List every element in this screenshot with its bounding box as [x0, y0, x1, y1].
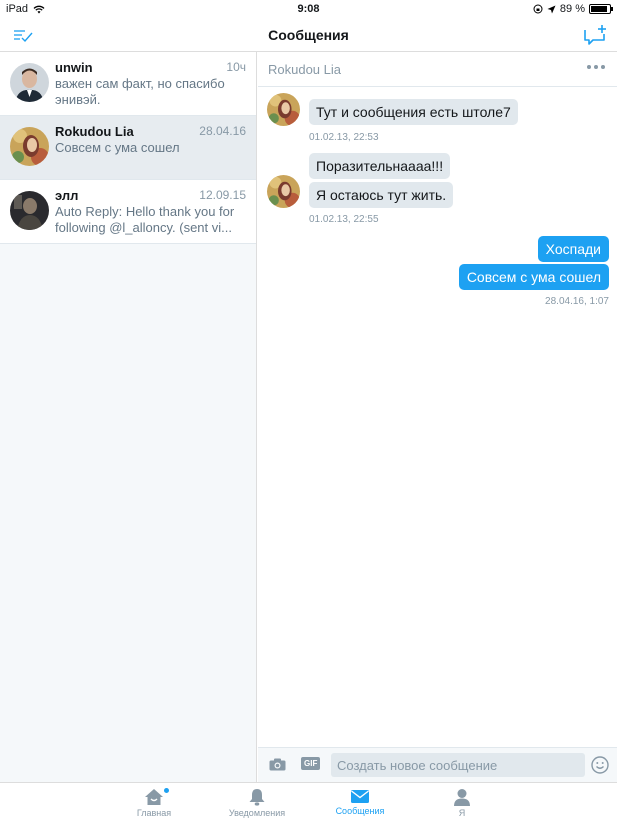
tab-bar: Главная Уведомления Сообщения Я [0, 782, 617, 822]
message-bubble-incoming[interactable]: Поразительнаааа!!! [309, 153, 451, 179]
tab-messages[interactable]: Сообщения [325, 783, 395, 822]
lock-rotation-icon [533, 4, 543, 14]
camera-icon[interactable] [269, 758, 286, 771]
envelope-icon [351, 790, 369, 803]
avatar [10, 127, 49, 166]
conversation-item-selected[interactable]: Rokudou Lia 28.04.16 Совсем с ума сошел [0, 116, 256, 180]
compose-bar: GIF [258, 747, 617, 782]
gif-button[interactable]: GIF [301, 757, 321, 770]
battery-fill [591, 6, 608, 12]
chat-partner-name: Rokudou Lia [268, 61, 341, 77]
battery-percent: 89 % [559, 3, 585, 15]
device-name: iPad [6, 3, 29, 15]
chat-thread: Тут и сообщения есть штоле7 01.02.13, 22… [258, 87, 617, 747]
message-timestamp: 01.02.13, 22:53 [309, 132, 379, 143]
tab-label: Я [458, 808, 466, 818]
message-input[interactable] [331, 753, 585, 777]
conversation-name: элл [55, 188, 79, 203]
status-right: 89 % [533, 3, 613, 15]
status-bar: iPad 9:08 89 % [0, 0, 617, 18]
status-time: 9:08 [297, 3, 320, 15]
wifi-icon [33, 5, 45, 13]
message-bubble-incoming[interactable]: Я остаюсь тут жить. [309, 182, 454, 208]
home-icon [145, 789, 163, 805]
edit-checklist-icon[interactable] [12, 25, 34, 45]
conversation-name: Rokudou Lia [55, 124, 134, 139]
person-icon [454, 789, 470, 806]
avatar [267, 175, 300, 208]
tab-label: Главная [136, 808, 172, 818]
conversation-item[interactable]: элл 12.09.15 Auto Reply: Hello thank you… [0, 180, 256, 244]
conversation-date: 12.09.15 [199, 188, 246, 202]
conversation-item[interactable]: unwin 10ч важен сам факт, но спасибо эни… [0, 52, 256, 116]
bell-icon [249, 789, 265, 806]
avatar [10, 63, 49, 102]
chat-header: Rokudou Lia [258, 52, 617, 87]
status-left: iPad [6, 3, 45, 15]
avatar [267, 93, 300, 126]
message-bubble-incoming[interactable]: Тут и сообщения есть штоле7 [309, 99, 518, 125]
conversation-preview: Совсем с ума сошел [55, 140, 180, 155]
tab-notifications[interactable]: Уведомления [222, 783, 292, 822]
tab-home[interactable]: Главная [119, 783, 189, 822]
tab-me[interactable]: Я [427, 783, 497, 822]
tab-label: Уведомления [228, 808, 286, 818]
new-message-icon[interactable] [583, 24, 607, 46]
location-arrow-icon [547, 5, 556, 13]
message-timestamp: 01.02.13, 22:55 [309, 214, 379, 225]
battery-icon [589, 4, 613, 14]
message-timestamp: 28.04.16, 1:07 [545, 296, 609, 307]
conversation-date: 10ч [226, 60, 246, 74]
conversation-name: unwin [55, 60, 93, 75]
page-title: Сообщения [268, 26, 349, 43]
nav-bar: Сообщения [0, 18, 617, 52]
message-bubble-outgoing[interactable]: Хоспади [537, 236, 609, 262]
conversation-list: unwin 10ч важен сам факт, но спасибо эни… [0, 52, 257, 782]
avatar [10, 191, 49, 230]
message-bubble-outgoing[interactable]: Совсем с ума сошел [458, 264, 609, 290]
tab-label: Сообщения [335, 806, 385, 816]
conversation-date: 28.04.16 [199, 124, 246, 138]
conversation-preview: важен сам факт, но спасибо энивэй. [55, 76, 225, 107]
more-icon[interactable] [587, 65, 605, 69]
home-notification-dot [164, 788, 169, 793]
conversation-preview: Auto Reply: Hello thank you for followin… [55, 204, 235, 235]
emoji-icon[interactable] [591, 756, 609, 774]
